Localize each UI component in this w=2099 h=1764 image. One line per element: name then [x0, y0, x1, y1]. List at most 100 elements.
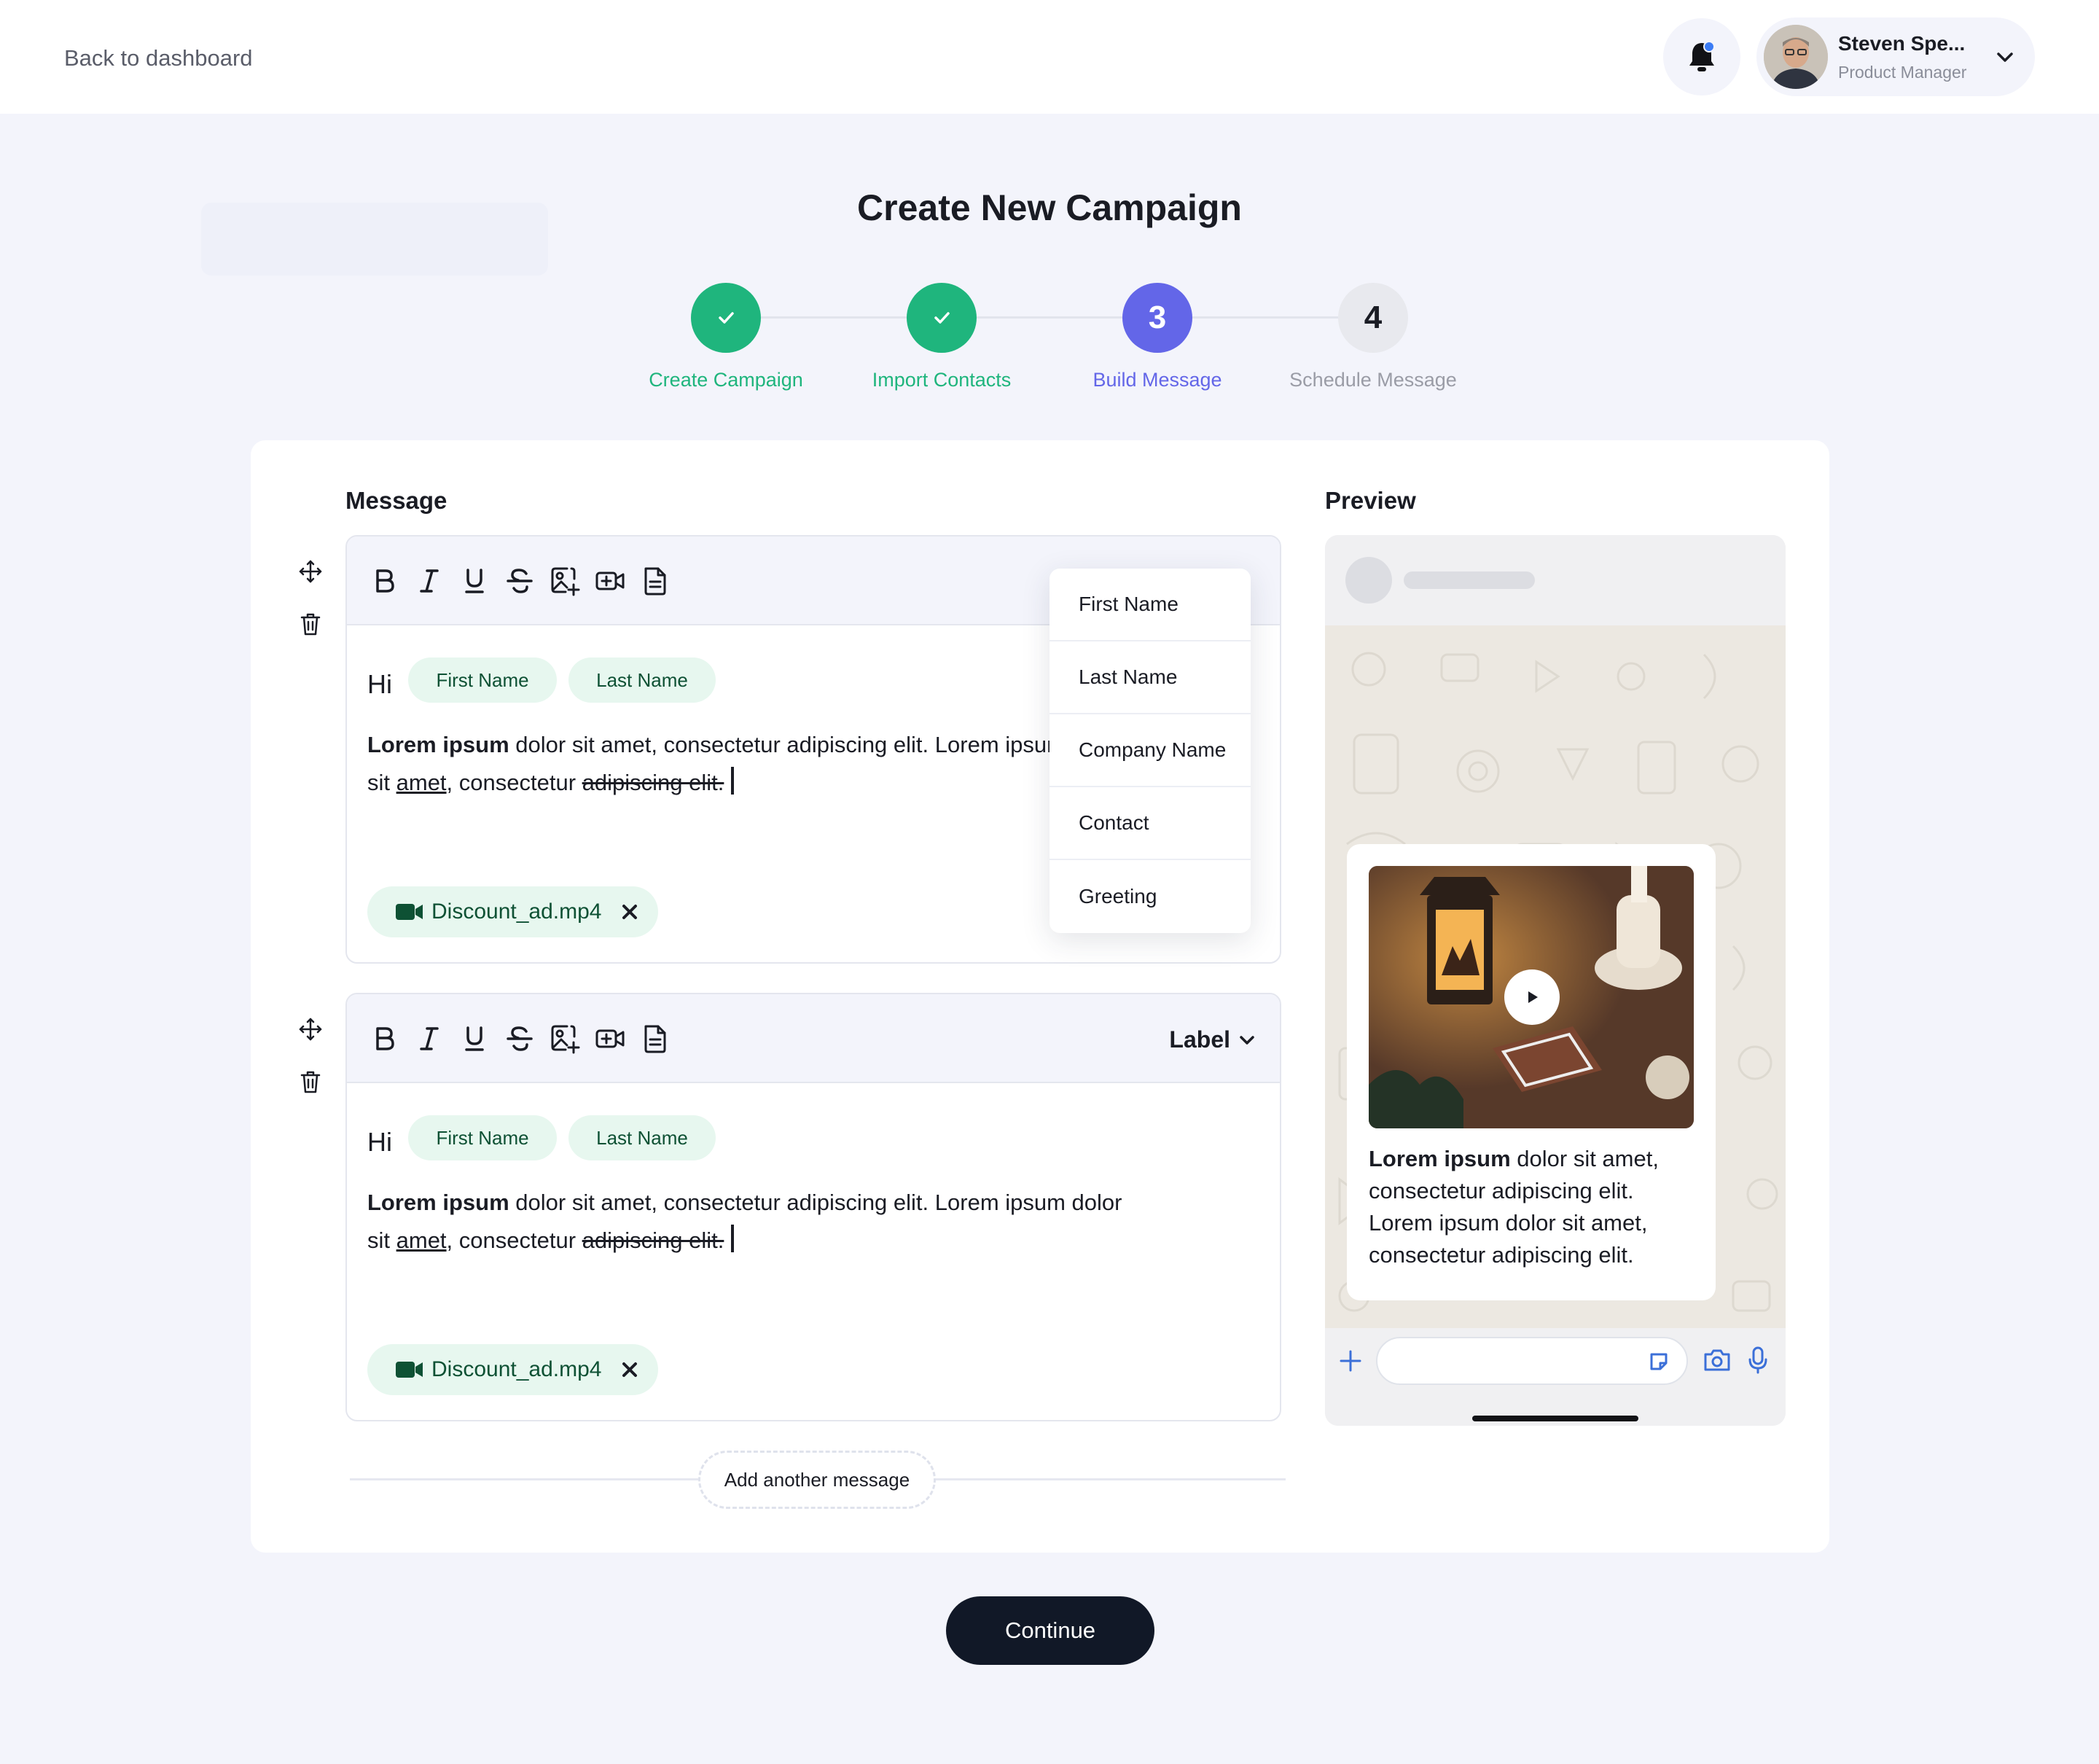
user-role: Product Manager: [1838, 63, 1967, 82]
chat-input-bar: [1325, 1328, 1786, 1426]
contact-name-placeholder: [1404, 571, 1535, 589]
body-text: sit: [367, 1228, 396, 1253]
back-to-dashboard-link[interactable]: Back to dashboard: [64, 45, 253, 71]
struck-text: adipiscing elit.: [582, 770, 724, 795]
step-3-circle: 3: [1122, 283, 1192, 353]
underline-icon[interactable]: [459, 566, 490, 596]
step-4-circle: 4: [1338, 283, 1408, 353]
step-1-label: Create Campaign: [649, 369, 803, 391]
mic-icon[interactable]: [1746, 1346, 1770, 1375]
label-dropdown[interactable]: Label: [1169, 1026, 1256, 1053]
bold-icon[interactable]: [369, 1023, 399, 1054]
play-button[interactable]: [1504, 969, 1560, 1025]
body-bold-text: Lorem ipsum: [367, 732, 509, 757]
message-section-label: Message: [345, 487, 447, 514]
trash-icon[interactable]: [297, 1069, 324, 1095]
page-title: Create New Campaign: [857, 187, 1242, 228]
home-indicator: [1472, 1416, 1638, 1421]
text-cursor: [731, 767, 735, 795]
continue-button[interactable]: Continue: [946, 1596, 1154, 1665]
add-another-message-button[interactable]: Add another message: [698, 1451, 936, 1509]
strikethrough-icon[interactable]: [504, 1023, 535, 1054]
check-icon: [719, 312, 734, 324]
attachment-pill: Discount_ad.mp4: [367, 1344, 659, 1395]
bell-icon: [1689, 41, 1715, 71]
video-thumbnail[interactable]: [1369, 866, 1694, 1128]
chevron-down-icon[interactable]: [1993, 45, 2017, 69]
strikethrough-icon[interactable]: [504, 566, 535, 596]
first-name-chip[interactable]: First Name: [408, 657, 557, 703]
add-video-icon[interactable]: [595, 566, 625, 596]
dropdown-item-greeting[interactable]: Greeting: [1050, 860, 1251, 933]
underlined-text: amet: [396, 770, 447, 795]
variable-dropdown: First Name Last Name Company Name Contac…: [1050, 569, 1251, 933]
message-editor-2[interactable]: Label Hi First Name Last Name Lorem ipsu…: [345, 993, 1281, 1421]
message-body[interactable]: Lorem ipsum dolor sit amet, consectetur …: [367, 1184, 1125, 1260]
chevron-down-icon: [1240, 1035, 1254, 1045]
last-name-chip[interactable]: Last Name: [568, 657, 716, 703]
chat-header: [1325, 535, 1786, 625]
step-connector: [761, 316, 907, 319]
contact-avatar-placeholder: [1345, 557, 1392, 604]
chat-text-input[interactable]: [1376, 1337, 1688, 1385]
user-name: Steven Spe...: [1838, 32, 1966, 55]
step-3-label: Build Message: [1093, 369, 1222, 391]
struck-text: adipiscing elit.: [582, 1228, 724, 1253]
move-icon[interactable]: [297, 558, 324, 585]
plus-icon[interactable]: [1338, 1349, 1363, 1373]
bold-icon[interactable]: [369, 566, 399, 596]
step-2-label: Import Contacts: [872, 369, 1012, 391]
greeting-text: Hi: [367, 669, 392, 699]
first-name-chip[interactable]: First Name: [408, 1115, 557, 1160]
preview-section-label: Preview: [1325, 487, 1416, 514]
top-header: Back to dashboard Steven Spe... Product …: [0, 0, 2099, 114]
step-2-circle: [907, 283, 977, 353]
message-body[interactable]: Lorem ipsum dolor sit amet, consectetur …: [367, 726, 1125, 802]
body-text: dolor sit amet, consectetur adipiscing e…: [509, 732, 1122, 757]
bubble-text: Lorem ipsum dolor sit amet, consectetur …: [1369, 1143, 1704, 1271]
body-text: sit: [367, 770, 396, 795]
add-video-icon[interactable]: [595, 1023, 625, 1054]
dropdown-item-contact[interactable]: Contact: [1050, 787, 1251, 860]
sticker-icon[interactable]: [1647, 1350, 1670, 1373]
attachment-name: Discount_ad.mp4: [431, 1357, 602, 1381]
document-icon[interactable]: [640, 566, 671, 596]
italic-icon[interactable]: [414, 1023, 445, 1054]
trash-icon[interactable]: [297, 611, 324, 637]
text-cursor: [731, 1225, 735, 1252]
close-icon[interactable]: [620, 1360, 639, 1379]
formatting-toolbar: Label: [347, 994, 1280, 1083]
add-image-icon[interactable]: [550, 1023, 580, 1054]
step-connector: [1192, 316, 1338, 319]
move-icon[interactable]: [297, 1016, 324, 1042]
notifications-button[interactable]: [1663, 18, 1740, 95]
attachment-name: Discount_ad.mp4: [431, 899, 602, 924]
body-bold-text: Lorem ipsum: [367, 1190, 509, 1215]
close-icon[interactable]: [620, 902, 639, 921]
body-text: , consectetur: [446, 770, 582, 795]
attachment-pill: Discount_ad.mp4: [367, 886, 659, 937]
play-icon: [1528, 991, 1538, 1003]
avatar: [1764, 25, 1828, 89]
check-icon: [934, 312, 950, 324]
dropdown-item-first-name[interactable]: First Name: [1050, 569, 1251, 641]
video-camera-icon: [396, 904, 423, 920]
camera-icon[interactable]: [1703, 1347, 1732, 1373]
dropdown-item-last-name[interactable]: Last Name: [1050, 641, 1251, 714]
last-name-chip[interactable]: Last Name: [568, 1115, 716, 1160]
document-icon[interactable]: [640, 1023, 671, 1054]
step-connector: [977, 316, 1122, 319]
bubble-bold-text: Lorem ipsum: [1369, 1146, 1511, 1171]
user-menu[interactable]: Steven Spe... Product Manager: [1756, 17, 2035, 96]
underline-icon[interactable]: [459, 1023, 490, 1054]
label-dropdown-text: Label: [1169, 1026, 1230, 1053]
dropdown-item-company-name[interactable]: Company Name: [1050, 714, 1251, 787]
video-camera-icon: [396, 1362, 423, 1378]
greeting-text: Hi: [367, 1127, 392, 1157]
italic-icon[interactable]: [414, 566, 445, 596]
underlined-text: amet: [396, 1228, 447, 1253]
body-text: dolor sit amet, consectetur adipiscing e…: [509, 1190, 1122, 1215]
divider: [936, 1478, 1286, 1480]
body-text: , consectetur: [446, 1228, 582, 1253]
add-image-icon[interactable]: [550, 566, 580, 596]
